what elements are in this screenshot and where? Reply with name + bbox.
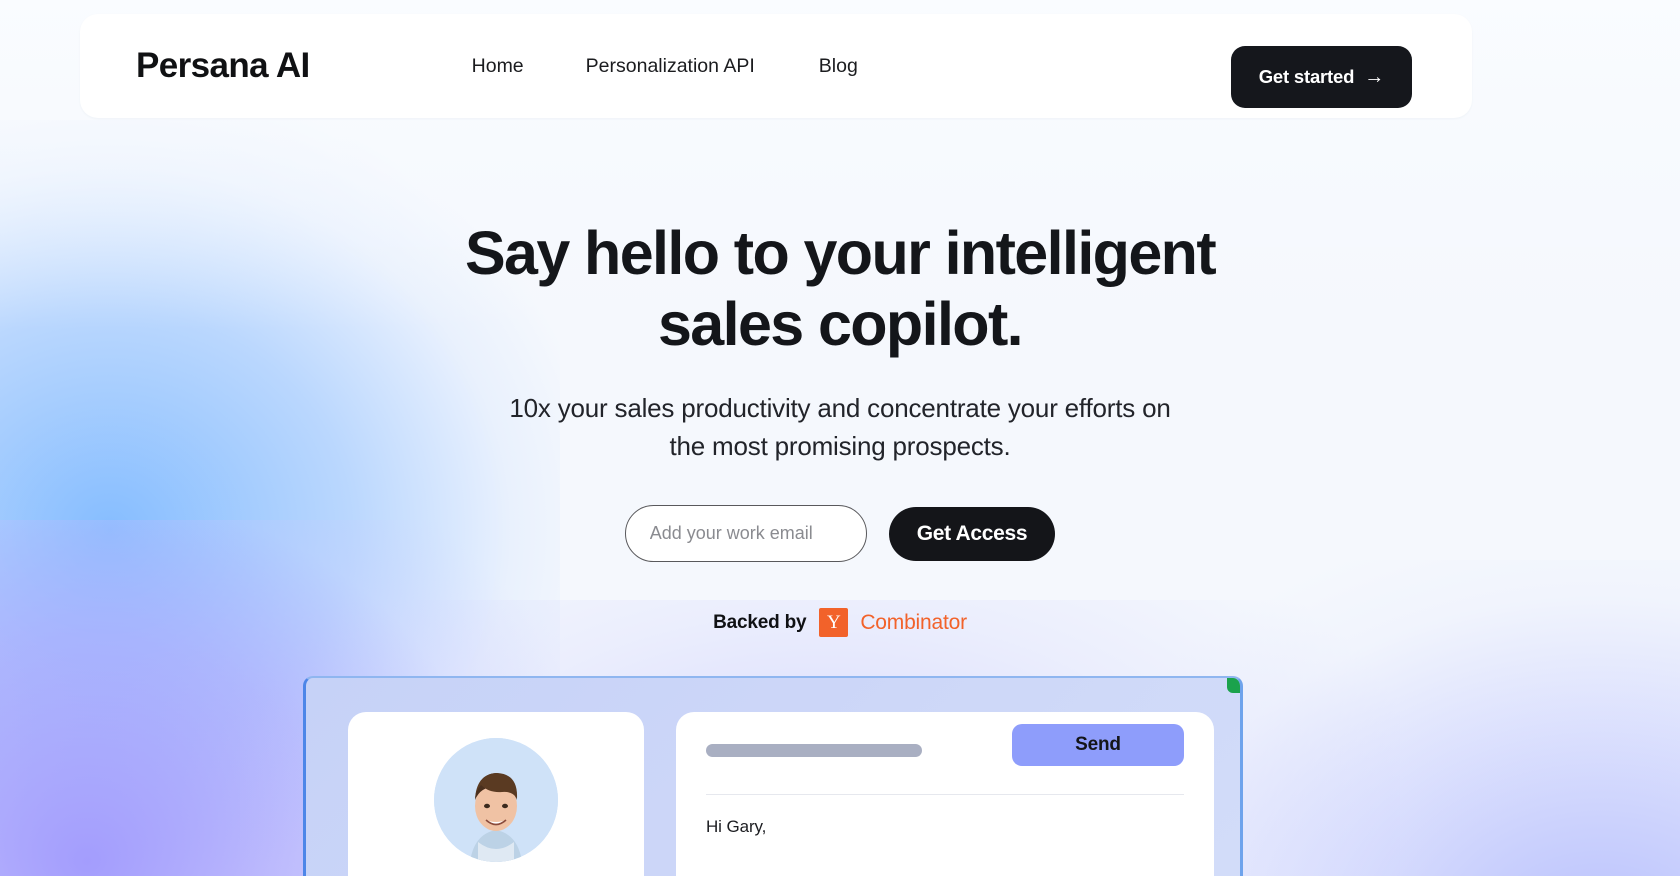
nav-item-personalization-api[interactable]: Personalization API <box>586 55 755 78</box>
get-access-button[interactable]: Get Access <box>888 506 1056 561</box>
hero-section: Say hello to your intelligent sales copi… <box>0 218 1680 637</box>
subject-placeholder-bar <box>706 743 922 757</box>
send-button[interactable]: Send <box>1012 724 1184 766</box>
get-started-button[interactable]: Get started → <box>1230 46 1412 108</box>
composer-toolbar: Send <box>706 724 1184 766</box>
app-preview-content: Send Hi Gary, <box>348 712 1214 876</box>
status-indicator-green <box>1227 678 1240 693</box>
get-started-label: Get started <box>1258 66 1355 87</box>
email-composer-card: Send Hi Gary, <box>676 712 1214 876</box>
work-email-input[interactable] <box>624 505 867 562</box>
app-preview-frame: Send Hi Gary, <box>303 676 1243 876</box>
y-combinator-icon: Y <box>819 608 849 637</box>
hero-title-line-2: sales copilot. <box>657 290 1024 358</box>
avatar <box>434 738 558 862</box>
backed-by-badge: Backed by Y Combinator <box>0 608 1680 637</box>
hero-subtitle-line-1: 10x your sales productivity and concentr… <box>509 393 1171 423</box>
nav-item-blog[interactable]: Blog <box>819 55 858 78</box>
backed-by-label: Backed by <box>713 611 807 633</box>
app-preview: Send Hi Gary, <box>303 676 1243 876</box>
hero-subtitle-line-2: the most promising prospects. <box>669 431 1011 461</box>
signup-form: Get Access <box>0 505 1680 562</box>
page-title: Say hello to your intelligent sales copi… <box>425 218 1255 360</box>
nav-item-home[interactable]: Home <box>472 55 524 78</box>
y-combinator-name[interactable]: Combinator <box>860 611 967 635</box>
arrow-right-icon: → <box>1364 66 1384 88</box>
message-greeting: Hi Gary, <box>706 817 767 836</box>
avatar-illustration <box>434 738 558 862</box>
main-navigation: Home Personalization API Blog <box>472 55 858 78</box>
composer-divider <box>706 794 1184 795</box>
brand-logo[interactable]: Persana AI <box>136 46 310 86</box>
prospect-profile-card <box>348 712 644 876</box>
hero-subtitle: 10x your sales productivity and concentr… <box>410 389 1270 465</box>
site-header: Persana AI Home Personalization API Blog… <box>80 14 1472 118</box>
hero-title-line-1: Say hello to your intelligent <box>464 219 1217 287</box>
